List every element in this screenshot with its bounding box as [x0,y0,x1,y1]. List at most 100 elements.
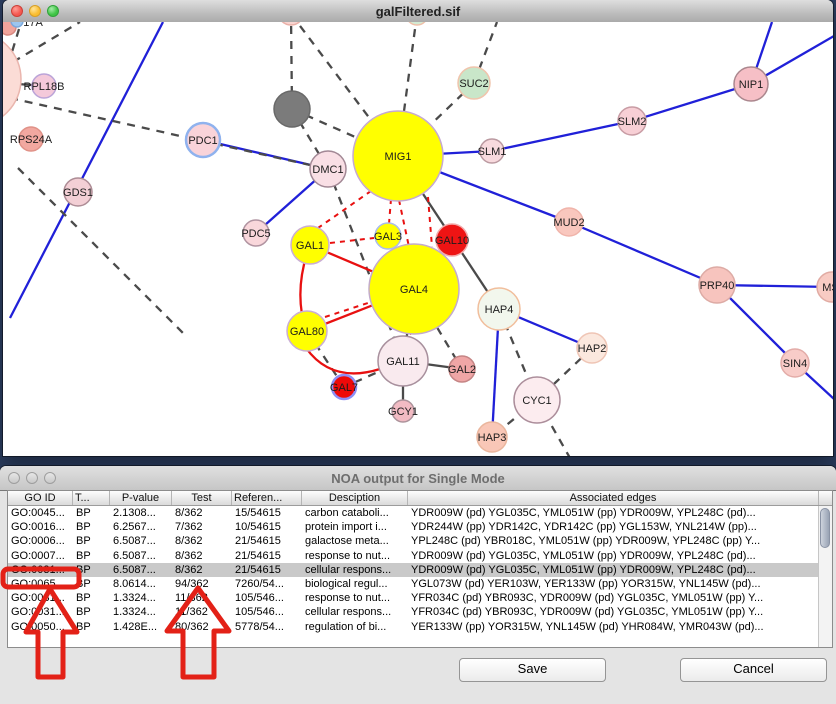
column-header-associated-edges[interactable]: Associated edges [408,491,819,505]
table-cell: carbon cataboli... [302,507,408,519]
graph-node-label: MUD2 [553,217,584,229]
table-header: GO IDT...P-valueTestReferen...Desciption… [8,491,832,506]
graph-node-label: HAP3 [478,432,507,444]
graph-edge-reddash [318,191,371,228]
table-cell: 21/54615 [232,550,302,562]
table-cell: YGL073W (pd) YER103W, YER133W (pp) YOR31… [408,578,819,590]
noa-window-title: NOA output for Single Mode [331,471,505,486]
graph-edge-reddash [330,238,374,243]
graph-node-label: 17A [23,22,43,29]
table-cell: 8/362 [172,550,232,562]
table-cell: BP [73,564,110,576]
graph-edge-blue [492,121,632,151]
table-cell: 105/546... [232,606,302,618]
table-cell: 21/54615 [232,535,302,547]
table-cell: YDR009W (pd) YGL035C, YML051W (pp) YDR00… [408,550,819,562]
table-cell: 7260/54... [232,578,302,590]
table-row[interactable]: GO:0016...BP6.2567...7/36210/54615protei… [8,520,832,534]
graph-node-label: GAL80 [290,326,324,338]
table-row[interactable]: GO:0050...BP1.428E...80/3625778/54...reg… [8,620,832,634]
table-row[interactable]: GO:0031...BP6.5087...8/36221/54615cellul… [8,563,832,577]
graph-node-label: DMC1 [312,164,343,176]
close-button[interactable] [11,5,23,17]
table-body: GO:0045...BP2.1308...8/36215/54615carbon… [8,506,832,634]
zoom-button-inactive[interactable] [44,472,56,484]
graph-node[interactable] [274,91,310,127]
table-row[interactable]: GO:0007...BP6.5087...8/36221/54615respon… [8,549,832,563]
minimize-button[interactable] [29,5,41,17]
graph-node-label: PDC1 [188,135,217,147]
save-button[interactable]: Save [459,658,606,682]
graph-node-label: GDS1 [63,187,93,199]
column-header-p-value[interactable]: P-value [110,491,172,505]
zoom-button[interactable] [47,5,59,17]
vertical-scrollbar[interactable] [818,506,832,647]
graph-node-label: PRP40 [700,280,735,292]
graph-node[interactable] [3,32,21,126]
table-row[interactable]: GO:0065...BP8.0614...94/3627260/54...bio… [8,577,832,591]
graph-node-label: SLM2 [618,116,647,128]
graph-node-label: SLM1 [478,146,507,158]
table-cell: response to nut... [302,592,408,604]
minimize-button-inactive[interactable] [26,472,38,484]
graph-edge-dash [18,168,185,335]
noa-window-titlebar: NOA output for Single Mode [0,466,836,491]
cancel-button[interactable]: Cancel [680,658,827,682]
graph-node[interactable] [278,22,304,25]
table-cell: YDR009W (pd) YGL035C, YML051W (pp) YDR00… [408,507,819,519]
table-row[interactable]: GO:0031...BP1.3324...11/362105/546...cel… [8,605,832,619]
table-cell: GO:0031... [8,592,73,604]
network-canvas[interactable]: 17ARPL18BRPS24AGDS1PDC1DMC1MIG1SLM1SUC2S… [3,22,833,456]
table-cell: 8/362 [172,564,232,576]
graph-node-label: PDC5 [241,228,270,240]
graph-node-label: SIN4 [783,358,807,370]
table-cell: GO:0031... [8,606,73,618]
table-cell: 11/362 [172,606,232,618]
table-row[interactable]: GO:0006...BP6.5087...8/36221/54615galact… [8,534,832,548]
column-header-referen-[interactable]: Referen... [232,491,302,505]
table-cell: 6.2567... [110,521,172,533]
table-row[interactable]: GO:0031...BP1.3324...11/362105/546...res… [8,591,832,605]
graph-node-label: NIP1 [739,79,763,91]
scrollbar-thumb[interactable] [820,508,830,548]
column-header-go-id[interactable]: GO ID [8,491,73,505]
table-cell: GO:0016... [8,521,73,533]
table-cell: BP [73,550,110,562]
graph-node-label: HAP4 [485,304,514,316]
graph-node-label: MIG1 [385,151,412,163]
graph-edge-blue [10,22,163,318]
table-cell: protein import i... [302,521,408,533]
graph-node-label: GAL1 [296,240,324,252]
graph-edge-blue [632,84,751,121]
column-header-desciption[interactable]: Desciption [302,491,408,505]
table-cell: cellular respons... [302,564,408,576]
graph-node-17A[interactable] [11,22,23,27]
noa-output-window: NOA output for Single Mode GO IDT...P-va… [0,466,836,704]
table-cell: 5778/54... [232,621,302,633]
column-header-stub [819,491,832,505]
graph-node-label: RPL18B [24,81,65,93]
graph-node-label: HAP2 [578,343,607,355]
table-cell: 6.5087... [110,564,172,576]
table-cell: YER133W (pp) YOR315W, YNL145W (pd) YHR08… [408,621,819,633]
table-cell: YDR244W (pp) YDR142C, YDR142C (pp) YGL15… [408,521,819,533]
graph-node[interactable] [406,22,428,25]
graph-window-titlebar: galFiltered.sif [3,0,833,23]
column-header-test[interactable]: Test [172,491,232,505]
graph-edge-red [306,348,380,373]
column-header-t-[interactable]: T... [73,491,110,505]
table-cell: 1.3324... [110,606,172,618]
table-cell: GO:0007... [8,550,73,562]
table-cell: YFR034C (pd) YBR093C, YDR009W (pd) YGL03… [408,592,819,604]
table-cell: 8/362 [172,507,232,519]
close-button-inactive[interactable] [8,472,20,484]
table-cell: BP [73,507,110,519]
table-row[interactable]: GO:0045...BP2.1308...8/36215/54615carbon… [8,506,832,520]
graph-node-label: RPS24A [10,134,53,146]
table-cell: 7/362 [172,521,232,533]
table-cell: 10/54615 [232,521,302,533]
table-cell: 6.5087... [110,535,172,547]
table-cell: BP [73,535,110,547]
table-cell: GO:0045... [8,507,73,519]
table-cell: YFR034C (pd) YBR093C, YDR009W (pd) YGL03… [408,606,819,618]
